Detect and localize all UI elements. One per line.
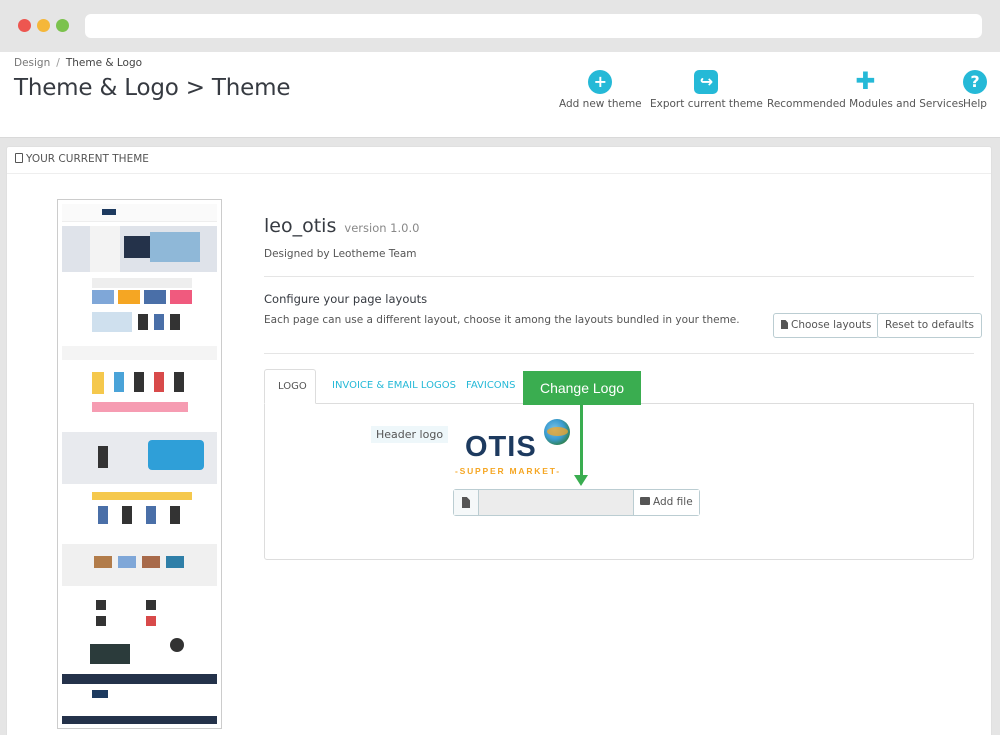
recommended-modules-label: Recommended Modules and Services bbox=[767, 98, 964, 110]
current-logo-image: OTIS -SUPPER MARKET- bbox=[455, 417, 575, 479]
browser-chrome bbox=[0, 0, 1000, 52]
add-file-label: Add file bbox=[653, 496, 693, 508]
divider bbox=[264, 276, 974, 277]
plus-circle-icon: + bbox=[588, 70, 613, 94]
page-title: Theme & Logo > Theme bbox=[14, 75, 291, 101]
breadcrumb-separator: / bbox=[56, 57, 60, 69]
breadcrumb: Design / Theme & Logo bbox=[14, 57, 142, 69]
logo-orb-icon bbox=[544, 419, 570, 445]
puzzle-icon: ✚ bbox=[855, 67, 876, 95]
help-icon: ? bbox=[963, 70, 987, 94]
theme-version: version 1.0.0 bbox=[344, 221, 420, 235]
address-bar[interactable] bbox=[85, 14, 982, 38]
recommended-modules-button[interactable]: ✚ Recommended Modules and Services bbox=[767, 67, 964, 110]
close-window-dot[interactable] bbox=[18, 19, 31, 32]
html5-icon bbox=[15, 153, 23, 163]
choose-layouts-label: Choose layouts bbox=[791, 319, 872, 331]
breadcrumb-current: Theme & Logo bbox=[65, 57, 143, 69]
theme-name: leo_otis version 1.0.0 bbox=[264, 215, 419, 237]
help-button[interactable]: ? Help bbox=[963, 70, 987, 110]
divider bbox=[264, 353, 974, 354]
help-label: Help bbox=[963, 98, 987, 110]
header-logo-label: Header logo bbox=[371, 426, 449, 443]
theme-author: Designed by Leotheme Team bbox=[264, 248, 417, 260]
file-name-field[interactable] bbox=[479, 490, 633, 515]
maximize-window-dot[interactable] bbox=[56, 19, 69, 32]
add-file-button[interactable]: Add file bbox=[633, 490, 699, 515]
logo-subtext: -SUPPER MARKET- bbox=[455, 466, 561, 476]
change-logo-callout: Change Logo bbox=[523, 371, 641, 405]
theme-name-text: leo_otis bbox=[264, 215, 337, 237]
current-theme-panel: YOUR CURRENT THEME leo_otis version 1.0.… bbox=[6, 146, 992, 735]
reset-to-defaults-button[interactable]: Reset to defaults bbox=[877, 313, 982, 338]
logo-file-input[interactable]: Add file bbox=[453, 489, 700, 516]
callout-arrow-line bbox=[580, 405, 583, 478]
logo-text: OTIS bbox=[465, 431, 537, 463]
folder-open-icon bbox=[640, 497, 650, 505]
export-theme-button[interactable]: ↪ Export current theme bbox=[650, 70, 763, 110]
tab-logo[interactable]: LOGO bbox=[264, 369, 316, 404]
tab-invoice-email-logos[interactable]: INVOICE & EMAIL LOGOS bbox=[319, 369, 469, 404]
choose-layouts-button[interactable]: Choose layouts bbox=[773, 313, 880, 338]
page-header: Design / Theme & Logo Theme & Logo > Theme… bbox=[0, 52, 1000, 138]
tab-favicons[interactable]: FAVICONS bbox=[453, 369, 529, 404]
file-icon bbox=[781, 320, 788, 329]
export-theme-label: Export current theme bbox=[650, 98, 763, 110]
file-icon bbox=[454, 490, 479, 515]
share-icon: ↪ bbox=[694, 70, 719, 94]
panel-heading: YOUR CURRENT THEME bbox=[7, 147, 991, 174]
theme-preview-thumbnail[interactable] bbox=[57, 199, 222, 729]
theme-preview-image bbox=[62, 204, 217, 724]
add-new-theme-button[interactable]: + Add new theme bbox=[559, 70, 642, 110]
breadcrumb-parent[interactable]: Design bbox=[14, 57, 50, 69]
callout-arrow-head-icon bbox=[574, 475, 588, 486]
layouts-description: Each page can use a different layout, ch… bbox=[264, 314, 740, 326]
layouts-title: Configure your page layouts bbox=[264, 292, 428, 306]
add-new-theme-label: Add new theme bbox=[559, 98, 642, 110]
panel-heading-text: YOUR CURRENT THEME bbox=[26, 153, 149, 165]
minimize-window-dot[interactable] bbox=[37, 19, 50, 32]
